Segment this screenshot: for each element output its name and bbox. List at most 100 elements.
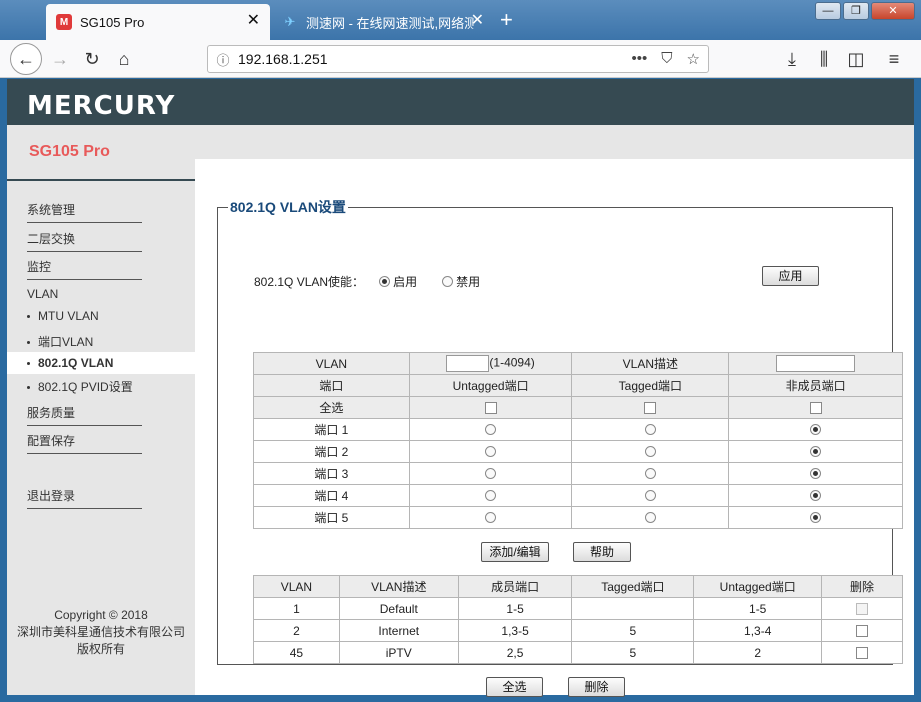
vlan-config-table: VLAN (1-4094) VLAN描述 端口 Untagged端口 Tagge… — [253, 352, 903, 529]
close-tab-icon[interactable]: ✕ — [247, 13, 260, 29]
page-title: 802.1Q VLAN设置 — [230, 199, 346, 215]
tagged-radio[interactable] — [644, 489, 656, 501]
tagged-radio[interactable] — [644, 423, 656, 435]
sidebar-item-qos[interactable]: 服务质量 — [27, 404, 142, 426]
port-label: 端口 3 — [253, 462, 410, 485]
apply-button[interactable]: 应用 — [762, 266, 819, 286]
select-all-button[interactable]: 全选 — [486, 677, 543, 697]
nonmember-radio[interactable] — [810, 423, 822, 435]
nonmember-radio[interactable] — [810, 445, 822, 457]
col-members: 成员端口 — [457, 575, 573, 598]
delete-button[interactable]: 删除 — [568, 677, 625, 697]
browser-window: M SG105 Pro ✕ ✈ 测速网 - 在线网速测试,网络测速 ✕ + — … — [0, 0, 921, 702]
sidebar-item-l2-switching[interactable]: 二层交换 — [27, 230, 142, 252]
col-untagged: Untagged端口 — [693, 575, 823, 598]
help-button[interactable]: 帮助 — [573, 542, 631, 562]
new-tab-icon[interactable]: + — [500, 8, 513, 32]
speedtest-favicon-icon: ✈ — [284, 14, 296, 29]
vlan-id-label: VLAN — [253, 352, 410, 375]
forward-arrow-icon[interactable]: → — [46, 45, 74, 73]
select-all-label: 全选 — [253, 396, 410, 419]
sidebar-item-8021q-vlan[interactable]: 802.1Q VLAN — [7, 352, 195, 374]
tab-title: 测速网 - 在线网速测试,网络测速 — [306, 15, 474, 31]
delete-checkbox[interactable] — [856, 647, 869, 660]
bookmark-star-icon[interactable]: ☆ — [687, 50, 700, 68]
download-icon[interactable]: ⤓ — [778, 45, 806, 73]
port-row: 端口 1 — [253, 418, 903, 441]
back-arrow-icon[interactable]: ← — [10, 43, 42, 75]
tab-title: SG105 Pro — [80, 14, 145, 30]
port-header: 端口 — [253, 374, 410, 397]
copyright-text: Copyright © 2018 深圳市美科星通信技术有限公司 版权所有 — [16, 608, 185, 656]
select-all-nonmember-checkbox[interactable] — [809, 402, 822, 415]
sidebar-item-pvid[interactable]: 802.1Q PVID设置 — [27, 378, 133, 395]
url-bar[interactable]: ⓘ 192.168.1.251 ••• ⛉ ☆ — [207, 45, 709, 73]
nonmember-radio[interactable] — [810, 489, 822, 501]
untagged-radio[interactable] — [485, 423, 497, 435]
router-page: MERCURY SG105 Pro 系统管理 二层交换 监控 VLAN MTU … — [7, 79, 914, 697]
menu-icon[interactable]: ≡ — [880, 45, 908, 73]
select-all-tagged-checkbox[interactable] — [644, 402, 657, 415]
vlan-desc-label: VLAN描述 — [571, 352, 730, 375]
sidebar-toggle-icon[interactable]: ◫ — [842, 45, 870, 73]
vlan-id-input[interactable] — [446, 355, 490, 372]
select-all-untagged-checkbox[interactable] — [484, 402, 497, 415]
table-row: 2 Internet 1,3-5 5 1,3-4 — [253, 619, 903, 642]
maximize-icon[interactable]: ❐ — [843, 2, 869, 20]
col-tagged: Tagged端口 — [571, 575, 695, 598]
library-icon[interactable]: ⫼ — [810, 45, 838, 73]
home-icon[interactable]: ⌂ — [110, 45, 138, 73]
port-row: 端口 2 — [253, 440, 903, 463]
nonmember-radio[interactable] — [810, 467, 822, 479]
disable-radio[interactable] — [441, 276, 453, 287]
model-bar — [7, 125, 914, 159]
window-controls: — ❐ ✕ — [815, 2, 915, 20]
sidebar-divider — [7, 179, 195, 181]
sidebar-item-logout[interactable]: 退出登录 — [27, 487, 142, 509]
info-icon[interactable]: ⓘ — [208, 50, 238, 69]
sidebar-item-save-config[interactable]: 配置保存 — [27, 432, 142, 454]
sidebar-item-system[interactable]: 系统管理 — [27, 201, 142, 223]
sidebar-item-port-vlan[interactable]: 端口VLAN — [27, 333, 93, 350]
untagged-radio[interactable] — [485, 511, 497, 523]
col-delete: 删除 — [821, 575, 903, 598]
untagged-radio[interactable] — [485, 467, 497, 479]
mercury-logo: MERCURY — [27, 91, 176, 121]
tagged-radio[interactable] — [644, 445, 656, 457]
untagged-radio[interactable] — [485, 489, 497, 501]
main-content: 802.1Q VLAN设置 802.1Q VLAN使能： 启用 禁用 应用 VL… — [195, 159, 914, 697]
sidebar-item-mtu-vlan[interactable]: MTU VLAN — [27, 309, 99, 323]
tagged-radio[interactable] — [644, 467, 656, 479]
close-tab-icon[interactable]: ✕ — [471, 13, 484, 29]
reload-icon[interactable]: ↻ — [78, 45, 106, 73]
tab-sg105[interactable]: M SG105 Pro ✕ — [46, 4, 270, 40]
pocket-icon[interactable]: ⛉ — [661, 50, 672, 68]
sidebar-item-vlan[interactable]: VLAN — [27, 287, 58, 301]
nonmember-header: 非成员端口 — [728, 374, 903, 397]
vlan-enable-row: 802.1Q VLAN使能： 启用 禁用 — [254, 273, 480, 290]
vlan-list-table: VLAN VLAN描述 成员端口 Tagged端口 Untagged端口 删除 … — [253, 575, 903, 664]
port-row: 端口 5 — [253, 506, 903, 529]
tagged-header: Tagged端口 — [571, 374, 730, 397]
page-actions-icon[interactable]: ••• — [632, 50, 648, 68]
vlan-desc-input[interactable] — [776, 355, 856, 372]
port-label: 端口 5 — [253, 506, 410, 529]
port-label: 端口 2 — [253, 440, 410, 463]
minimize-icon[interactable]: — — [815, 2, 841, 20]
tagged-radio[interactable] — [644, 511, 656, 523]
enable-label: 启用 — [393, 275, 418, 289]
table-row: 1 Default 1-5 1-5 — [253, 597, 903, 620]
untagged-radio[interactable] — [485, 445, 497, 457]
nonmember-radio[interactable] — [810, 511, 822, 523]
sidebar-item-monitor[interactable]: 监控 — [27, 258, 142, 280]
enable-radio[interactable] — [378, 276, 390, 287]
add-edit-button[interactable]: 添加/编辑 — [481, 542, 549, 562]
disable-label: 禁用 — [456, 275, 481, 289]
port-label: 端口 4 — [253, 484, 410, 507]
col-vlan-desc: VLAN描述 — [338, 575, 459, 598]
vlan-settings-panel: 802.1Q VLAN设置 802.1Q VLAN使能： 启用 禁用 应用 VL… — [217, 197, 903, 697]
vlan-enable-label: 802.1Q VLAN使能： — [254, 275, 365, 289]
close-window-icon[interactable]: ✕ — [871, 2, 915, 20]
tab-speedtest[interactable]: ✈ 测速网 - 在线网速测试,网络测速 ✕ — [272, 4, 494, 40]
delete-checkbox[interactable] — [856, 625, 869, 638]
